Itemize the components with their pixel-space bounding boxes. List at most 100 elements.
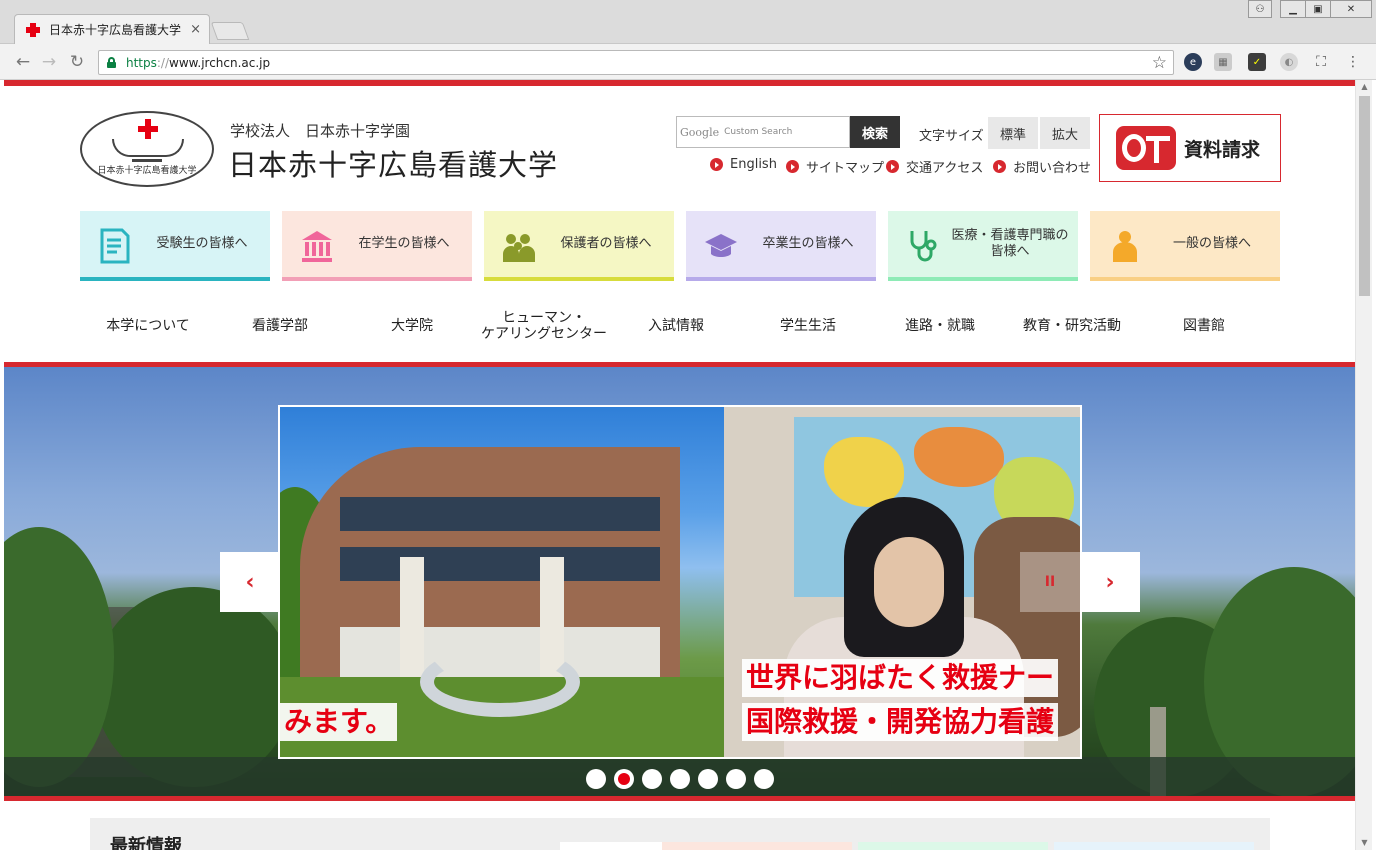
stethoscope-icon [906,228,940,264]
google-brand: Google [680,125,720,139]
scroll-thumb[interactable] [1359,96,1370,296]
carousel-dot[interactable] [726,769,746,789]
scroll-up-icon[interactable]: ▲ [1356,80,1373,94]
contact-link[interactable]: お問い合わせ [993,157,1091,176]
english-link[interactable]: English [710,157,777,172]
profile-icon[interactable]: ⚇ [1248,0,1272,18]
new-tab-button[interactable] [210,22,250,40]
extension-grey-icon[interactable]: ▦ [1214,53,1232,71]
nav-item-6[interactable]: 学生生活 [742,304,874,348]
access-link-label: 交通アクセス [906,161,984,176]
extension-e-icon[interactable]: e [1184,53,1202,71]
nav-item-1[interactable]: 本学について [82,304,214,348]
carousel-dot[interactable] [698,769,718,789]
carousel-dot[interactable] [614,769,634,789]
search-input[interactable]: Google Custom Search [676,116,850,148]
nav-item-5[interactable]: 入試情報 [610,304,742,348]
slide-caption-right-2: 国際救援・開発協力看護 [742,703,1059,741]
nav-item-4[interactable]: ヒューマン・ ケアリングセンター [478,304,610,348]
university-name[interactable]: 日本赤十字広島看護大学 [228,142,558,184]
org-name: 学校法人 日本赤十字学園 [230,122,411,140]
address-bar[interactable]: https :// www.jrchcn.ac.jp ☆ [98,50,1174,75]
news-title: 最新情報 [110,836,182,850]
maximize-window-icon[interactable]: ▣ [1305,0,1331,18]
person-icon [1108,228,1142,264]
scroll-down-icon[interactable]: ▼ [1356,836,1373,850]
carousel-pause-button[interactable]: II [1020,552,1080,612]
slide-caption-left: みます。 [280,703,398,741]
carousel-prev-button[interactable]: ‹ [220,552,280,612]
red-cross-favicon-icon [25,22,41,38]
font-size-standard-button[interactable]: 標準 [988,117,1038,149]
sitemap-link[interactable]: サイトマップ [786,157,884,176]
request-materials-label: 資料請求 [1184,138,1261,161]
request-logo-icon [1116,126,1176,170]
bookmark-star-icon[interactable]: ☆ [1152,53,1167,73]
carousel-slide[interactable]: みます。 世界に羽ばたく救援ナー 国際救援・開発協力看護 [278,405,1082,759]
audience-button-6[interactable]: 一般の皆様へ [1090,211,1280,281]
sitemap-link-label: サイトマップ [806,161,885,176]
audience-button-label: 一般の皆様へ [1172,236,1251,251]
document-icon [98,228,132,264]
english-link-label: English [730,157,777,172]
news-section: 最新情報 [90,818,1270,850]
news-tab[interactable] [1054,842,1254,850]
arrow-circle-icon [710,158,723,171]
tab-close-icon[interactable]: × [190,22,201,37]
top-red-bar [4,80,1355,86]
close-window-icon[interactable]: ✕ [1330,0,1372,18]
nav-item-7[interactable]: 進路・就職 [874,304,1006,348]
extension-check-icon[interactable]: ✓ [1248,53,1266,71]
contact-link-label: お問い合わせ [1013,161,1092,176]
arrow-circle-icon [786,160,799,173]
page-scrollbar[interactable]: ▲ ▼ [1355,80,1372,850]
audience-button-1[interactable]: 受験生の皆様へ [80,211,270,281]
carousel-next-button[interactable]: › [1080,552,1140,612]
audience-button-5[interactable]: 医療・看護専門職の皆様へ [888,211,1078,281]
audience-button-4[interactable]: 卒業生の皆様へ [686,211,876,281]
reload-icon[interactable]: ↻ [66,51,88,73]
cast-icon[interactable]: ⛶ [1312,53,1330,71]
carousel-dot[interactable] [586,769,606,789]
logo-text: 日本赤十字広島看護大学 [97,166,197,176]
forward-arrow-icon[interactable]: → [38,51,60,73]
graduation-cap-icon [704,228,738,264]
browser-titlebar: 日本赤十字広島看護大学 × ⚇ ▁ ▣ ✕ [0,0,1376,44]
news-tab[interactable] [858,842,1048,850]
building-icon [300,228,334,264]
family-icon [502,228,536,264]
audience-button-3[interactable]: 保護者の皆様へ [484,211,674,281]
tab-title: 日本赤十字広島看護大学 [49,23,182,37]
lamp-base [132,159,162,162]
browser-toolbar: ← → ↻ https :// www.jrchcn.ac.jp ☆ e ▦ ✓… [0,44,1376,80]
access-link[interactable]: 交通アクセス [886,157,983,176]
nav-item-3[interactable]: 大学院 [346,304,478,348]
hero-red-bar [4,796,1355,801]
carousel-dot[interactable] [670,769,690,789]
university-logo[interactable]: 日本赤十字広島看護大学 [80,111,214,187]
web-page: 日本赤十字広島看護大学 学校法人 日本赤十字学園 日本赤十字広島看護大学 Goo… [4,80,1355,850]
menu-dots-icon[interactable]: ⋮ [1344,53,1362,71]
nav-item-8[interactable]: 教育・研究活動 [1006,304,1138,348]
carousel-dot[interactable] [642,769,662,789]
audience-button-2[interactable]: 在学生の皆様へ [282,211,472,281]
minimize-window-icon[interactable]: ▁ [1280,0,1306,18]
hero-banner: みます。 世界に羽ばたく救援ナー 国際救援・開発協力看護 ‹ II › [4,367,1355,796]
nav-item-9[interactable]: 図書館 [1138,304,1270,348]
carousel-dot[interactable] [754,769,774,789]
extension-circle-icon[interactable]: ◐ [1280,53,1298,71]
back-arrow-icon[interactable]: ← [12,51,34,73]
audience-button-label: 保護者の皆様へ [560,236,652,251]
search-placeholder: Custom Search [724,127,793,137]
font-size-label: 文字サイズ [919,129,984,144]
nav-item-2[interactable]: 看護学部 [214,304,346,348]
browser-tab[interactable]: 日本赤十字広島看護大学 × [14,14,210,44]
sculpture [420,647,580,717]
request-materials-button[interactable]: 資料請求 [1099,114,1281,182]
url-separator: :// [156,55,170,70]
font-size-large-button[interactable]: 拡大 [1040,117,1090,149]
news-tab[interactable] [662,842,852,850]
search-button[interactable]: 検索 [850,116,900,148]
arrow-circle-icon [886,160,899,173]
lock-icon [107,57,116,68]
